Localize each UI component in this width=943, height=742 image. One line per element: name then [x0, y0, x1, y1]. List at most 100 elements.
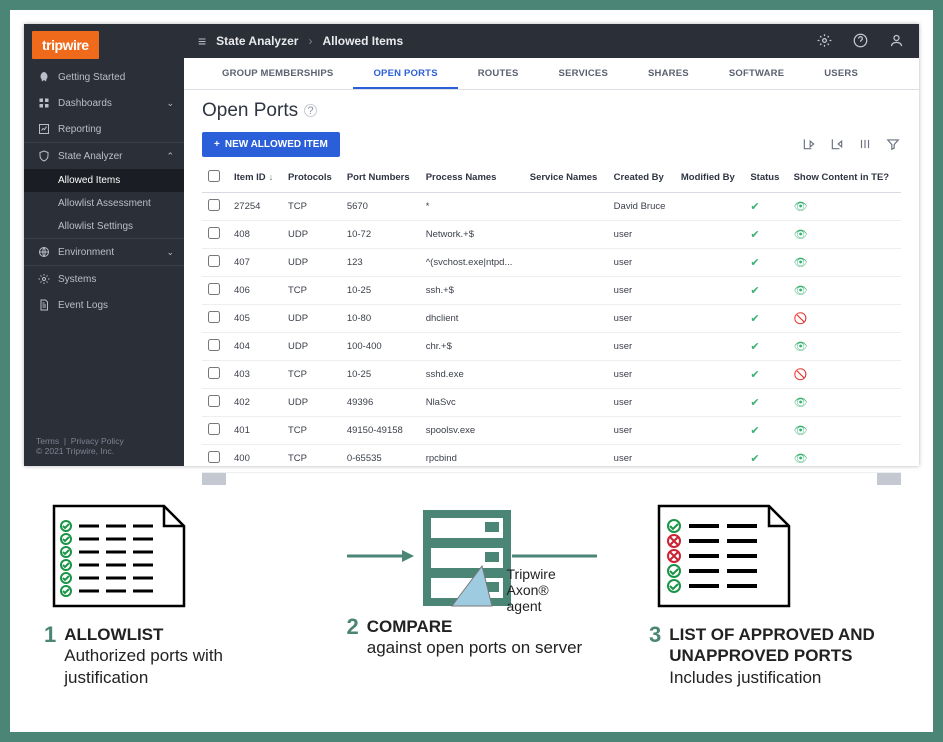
sidebar-label: State Analyzer: [58, 151, 122, 162]
cell-protocol: TCP: [282, 276, 341, 304]
privacy-link[interactable]: Privacy Policy: [71, 436, 124, 446]
tab-shares[interactable]: SHARES: [628, 58, 709, 89]
cell-service: [524, 220, 608, 248]
table-row[interactable]: 407UDP123^(svchost.exe|ntpd...user✔👁: [202, 248, 901, 276]
tab-users[interactable]: USERS: [804, 58, 878, 89]
sidebar-item-state-analyzer[interactable]: State Analyzer ⌃: [24, 143, 184, 169]
cell-show-content: 👁: [788, 220, 901, 248]
sidebar-label: Systems: [58, 274, 96, 285]
cell-status: ✔: [744, 332, 787, 360]
plus-icon: +: [214, 139, 220, 150]
row-checkbox[interactable]: [208, 423, 220, 435]
col-process-names[interactable]: Process Names: [420, 163, 524, 193]
sidebar-item-reporting[interactable]: Reporting: [24, 116, 184, 142]
tab-routes[interactable]: ROUTES: [458, 58, 539, 89]
row-checkbox[interactable]: [208, 227, 220, 239]
table-header-row: Item ID↓ Protocols Port Numbers Process …: [202, 163, 901, 193]
select-all-checkbox[interactable]: [208, 170, 220, 182]
cell-modified-by: [675, 248, 744, 276]
sidebar-item-environment[interactable]: Environment ⌄: [24, 239, 184, 265]
sidebar-sub-allowed-items[interactable]: Allowed Items: [24, 169, 184, 192]
row-checkbox[interactable]: [208, 311, 220, 323]
cell-created-by: user: [608, 220, 675, 248]
tab-group-memberships[interactable]: GROUP MEMBERSHIPS: [202, 58, 353, 89]
row-checkbox[interactable]: [208, 255, 220, 267]
gear-icon: [38, 273, 50, 285]
col-show-content[interactable]: Show Content in TE?: [788, 163, 901, 193]
row-checkbox[interactable]: [208, 367, 220, 379]
hamburger-icon[interactable]: ≡: [198, 33, 206, 49]
tab-open-ports[interactable]: OPEN PORTS: [353, 58, 457, 89]
check-circle-icon: ✔: [750, 425, 759, 437]
eye-icon: 👁: [794, 397, 808, 409]
settings-icon[interactable]: [815, 32, 833, 50]
cell-created-by: user: [608, 276, 675, 304]
sidebar: tripwire Getting Started Dashboards ⌄: [24, 24, 184, 466]
sidebar-item-event-logs[interactable]: Event Logs: [24, 292, 184, 318]
cell-item-id: 401: [228, 416, 282, 444]
row-checkbox[interactable]: [208, 283, 220, 295]
cell-ports: 10-80: [341, 304, 420, 332]
check-circle-icon: ✔: [750, 453, 759, 465]
sidebar-label: Dashboards: [58, 98, 112, 109]
table-row[interactable]: 404UDP100-400chr.+$user✔👁: [202, 332, 901, 360]
user-icon[interactable]: [887, 32, 905, 50]
filter-icon[interactable]: [885, 136, 901, 152]
check-circle-icon: ✔: [750, 201, 759, 213]
diagram-step-1: 1 ALLOWLIST Authorized ports with justif…: [44, 496, 294, 688]
columns-icon[interactable]: [857, 136, 873, 152]
breadcrumb-root[interactable]: State Analyzer: [216, 34, 298, 48]
cell-modified-by: [675, 332, 744, 360]
cell-show-content: 🚫: [788, 360, 901, 388]
col-status[interactable]: Status: [744, 163, 787, 193]
cell-show-content: 👁: [788, 276, 901, 304]
table-row[interactable]: 405UDP10-80dhclientuser✔🚫: [202, 304, 901, 332]
new-allowed-item-button[interactable]: + NEW ALLOWED ITEM: [202, 132, 340, 157]
cell-process: Network.+$: [420, 220, 524, 248]
col-service-names[interactable]: Service Names: [524, 163, 608, 193]
row-checkbox[interactable]: [208, 199, 220, 211]
cell-ports: 49150-49158: [341, 416, 420, 444]
col-item-id[interactable]: Item ID↓: [228, 163, 282, 193]
cell-service: [524, 304, 608, 332]
sidebar-item-dashboards[interactable]: Dashboards ⌄: [24, 90, 184, 116]
terms-link[interactable]: Terms: [36, 436, 59, 446]
cell-protocol: UDP: [282, 332, 341, 360]
import-icon[interactable]: [801, 136, 817, 152]
sidebar-label: Reporting: [58, 124, 101, 135]
table-row[interactable]: 400TCP0-65535rpcbinduser✔👁: [202, 444, 901, 472]
table-row[interactable]: 402UDP49396NlaSvcuser✔👁: [202, 388, 901, 416]
cell-created-by: David Bruce: [608, 192, 675, 220]
table-row[interactable]: 27254TCP5670*David Bruce✔👁: [202, 192, 901, 220]
row-checkbox[interactable]: [208, 339, 220, 351]
col-port-numbers[interactable]: Port Numbers: [341, 163, 420, 193]
cell-item-id: 402: [228, 388, 282, 416]
cell-created-by: user: [608, 444, 675, 472]
help-icon[interactable]: [851, 32, 869, 50]
cell-show-content: 👁: [788, 332, 901, 360]
cell-status: ✔: [744, 220, 787, 248]
col-created-by[interactable]: Created By: [608, 163, 675, 193]
export-icon[interactable]: [829, 136, 845, 152]
tab-services[interactable]: SERVICES: [539, 58, 628, 89]
sidebar-item-getting-started[interactable]: Getting Started: [24, 64, 184, 90]
table-row[interactable]: 406TCP10-25ssh.+$user✔👁: [202, 276, 901, 304]
sidebar-sub-allowlist-settings[interactable]: Allowlist Settings: [24, 215, 184, 238]
cell-service: [524, 388, 608, 416]
sidebar-sub-allowlist-assessment[interactable]: Allowlist Assessment: [24, 192, 184, 215]
cell-process: spoolsv.exe: [420, 416, 524, 444]
col-modified-by[interactable]: Modified By: [675, 163, 744, 193]
tab-software[interactable]: SOFTWARE: [709, 58, 804, 89]
info-icon[interactable]: ?: [304, 104, 317, 117]
col-protocols[interactable]: Protocols: [282, 163, 341, 193]
row-checkbox[interactable]: [208, 395, 220, 407]
table-row[interactable]: 403TCP10-25sshd.exeuser✔🚫: [202, 360, 901, 388]
table-row[interactable]: 401TCP49150-49158spoolsv.exeuser✔👁: [202, 416, 901, 444]
cell-protocol: TCP: [282, 192, 341, 220]
cell-protocol: UDP: [282, 220, 341, 248]
document-icon: [38, 299, 50, 311]
row-checkbox[interactable]: [208, 451, 220, 463]
step-number: 3: [649, 624, 661, 646]
table-row[interactable]: 408UDP10-72Network.+$user✔👁: [202, 220, 901, 248]
sidebar-item-systems[interactable]: Systems: [24, 266, 184, 292]
